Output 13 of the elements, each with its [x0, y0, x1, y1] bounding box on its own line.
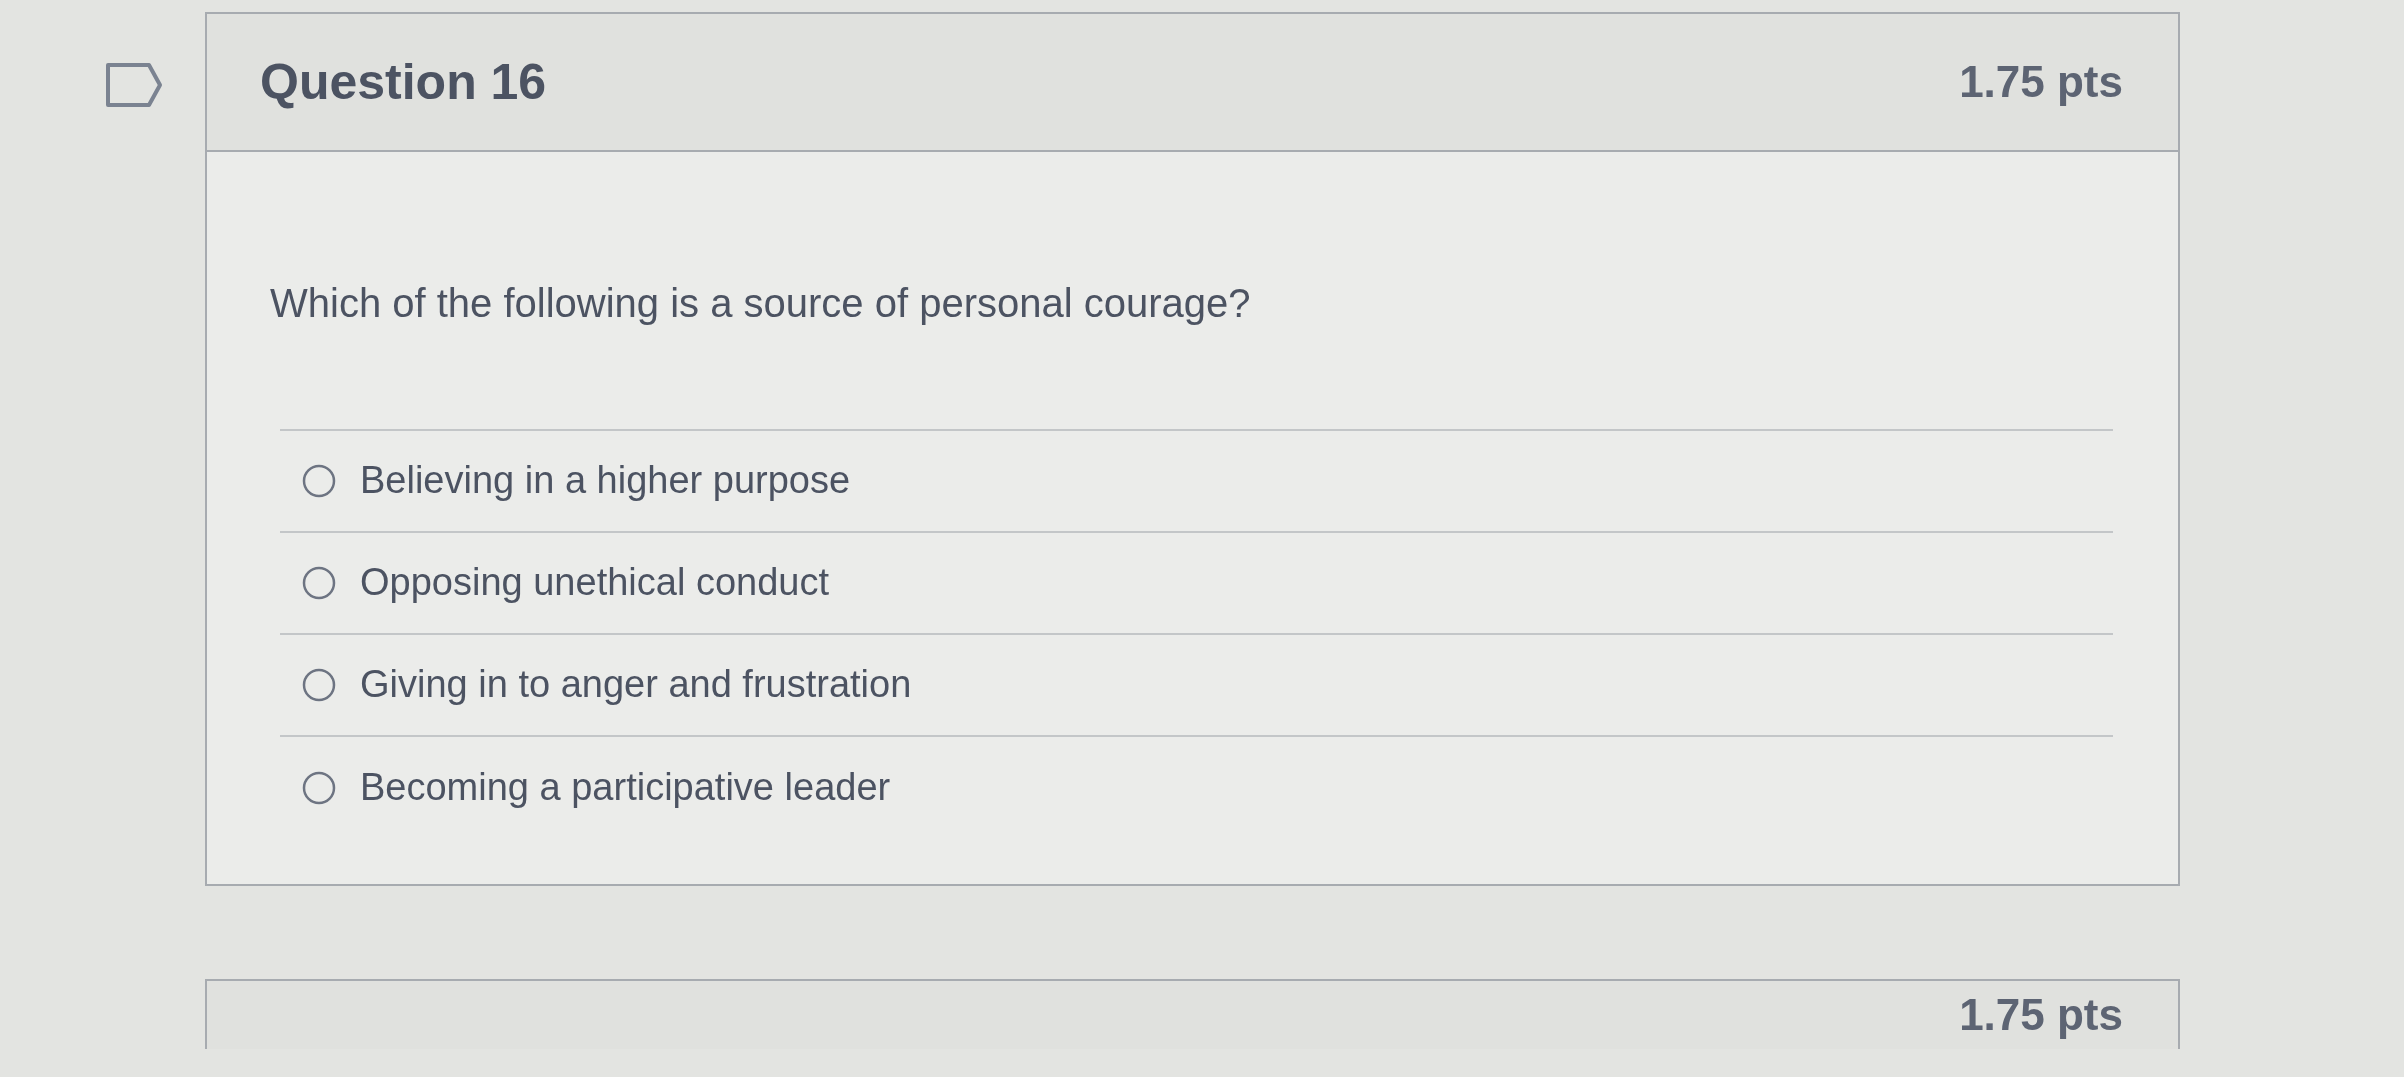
radio-button[interactable]: [302, 771, 336, 805]
points-label: 1.75 pts: [1959, 989, 2123, 1041]
radio-button[interactable]: [302, 566, 336, 600]
answer-label[interactable]: Opposing unethical conduct: [360, 560, 829, 606]
radio-button[interactable]: [302, 464, 336, 498]
points-label: 1.75 pts: [1959, 55, 2123, 108]
bookmark-flag-icon[interactable]: [105, 62, 163, 108]
radio-button[interactable]: [302, 668, 336, 702]
question-text: Which of the following is a source of personal courage?: [270, 280, 1252, 327]
question-title: Question 16: [260, 53, 547, 112]
answer-label[interactable]: Becoming a participative leader: [360, 765, 891, 811]
answer-label[interactable]: Believing in a higher purpose: [360, 458, 851, 504]
answer-label[interactable]: Giving in to anger and frustration: [360, 662, 912, 708]
